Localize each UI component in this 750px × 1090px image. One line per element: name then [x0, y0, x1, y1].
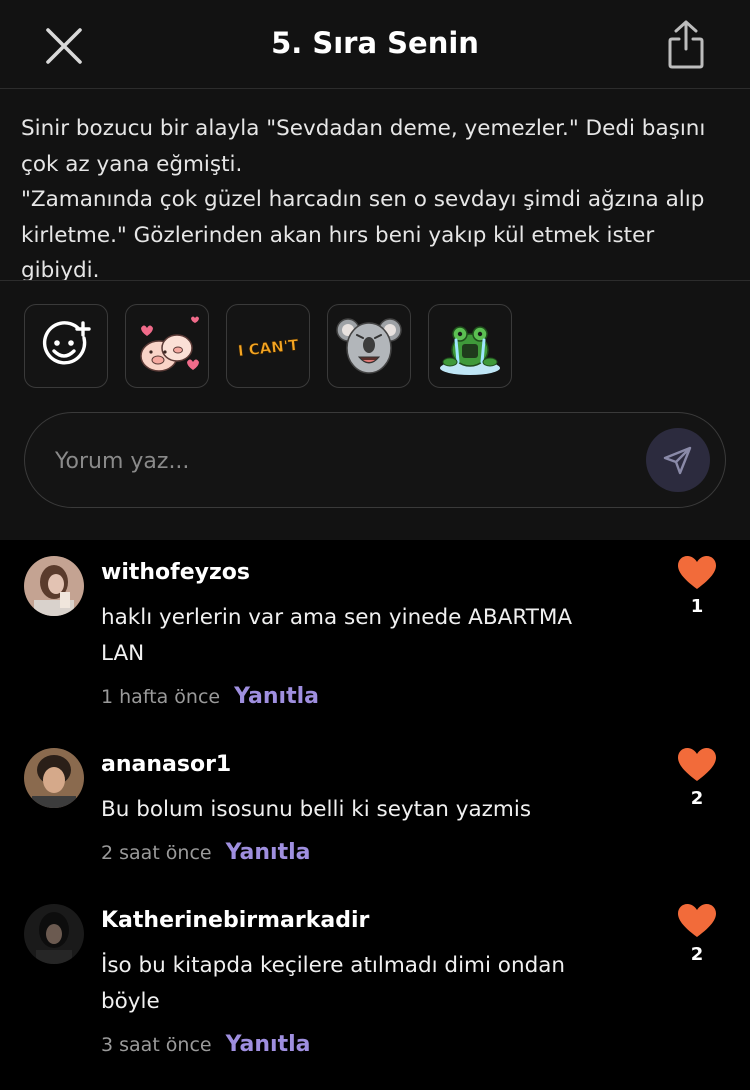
frog-sticker-button[interactable] [428, 304, 512, 388]
comment-box [24, 412, 726, 508]
comment-meta: 1 hafta önce Yanıtla [101, 684, 319, 709]
share-icon [668, 20, 704, 69]
comment-text: haklı yerlerin var ama sen yinede ABARTM… [101, 605, 573, 666]
comment-text: İso bu kitapda keçilere atılmadı dimi on… [101, 953, 566, 1014]
comment-item: Katherinebirmarkadir İso bu kitapda keçi… [0, 888, 750, 1088]
like-count: 2 [690, 944, 704, 965]
heart-icon [678, 748, 716, 781]
like-count: 1 [690, 596, 704, 617]
comment-time: 2 saat önce [101, 842, 212, 864]
comment-username[interactable]: withofeyzos [101, 560, 250, 585]
koala-sticker-button[interactable] [327, 304, 411, 388]
pig-sticker-button[interactable] [125, 304, 209, 388]
frog-sticker-icon [440, 326, 500, 375]
pig-sticker-icon [140, 316, 199, 372]
comment-username[interactable]: Katherinebirmarkadir [101, 908, 369, 933]
header: 5. Sıra Senin [0, 0, 750, 88]
comment-meta: 2 saat önce Yanıtla [101, 840, 310, 865]
avatar[interactable] [24, 748, 84, 808]
i-cant-sticker-button[interactable]: I CAN'T [226, 304, 310, 388]
comment-username[interactable]: ananasor1 [101, 752, 231, 777]
quoted-paragraph: Sinir bozucu bir alayla "Sevdadan deme, … [0, 88, 750, 281]
like-button[interactable]: 2 [672, 904, 722, 965]
like-count: 2 [690, 788, 704, 809]
add-emoji-icon [42, 321, 91, 365]
reply-button[interactable]: Yanıtla [234, 684, 319, 709]
like-button[interactable]: 1 [672, 556, 722, 617]
page-title: 5. Sıra Senin [271, 26, 479, 60]
comment-input[interactable] [55, 439, 615, 483]
heart-icon [678, 556, 716, 589]
comment-item: ananasor1 Bu bolum isosunu belli ki seyt… [0, 732, 750, 888]
avatar[interactable] [24, 904, 84, 964]
comment-meta: 3 saat önce Yanıtla [101, 1032, 310, 1057]
comment-text: Bu bolum isosunu belli ki seytan yazmis [101, 797, 532, 822]
like-button[interactable]: 2 [672, 748, 722, 809]
share-button[interactable] [664, 16, 708, 72]
reply-button[interactable]: Yanıtla [226, 1032, 311, 1057]
i-cant-sticker-icon: I CAN'T [237, 335, 301, 360]
heart-icon [678, 904, 716, 937]
reply-button[interactable]: Yanıtla [226, 840, 311, 865]
add-sticker-button[interactable] [24, 304, 108, 388]
top-panel: 5. Sıra Senin Sinir bozucu bir alayla "S… [0, 0, 750, 540]
comment-list: withofeyzos haklı yerlerin var ama sen y… [0, 540, 750, 1090]
comment-time: 1 hafta önce [101, 686, 221, 708]
comment-time: 3 saat önce [101, 1034, 212, 1056]
send-icon [663, 446, 692, 475]
comment-item: withofeyzos haklı yerlerin var ama sen y… [0, 540, 750, 732]
svg-text:I CAN'T: I CAN'T [237, 336, 300, 360]
sticker-bar: I CAN'T [24, 304, 512, 388]
avatar[interactable] [24, 556, 84, 616]
send-button[interactable] [646, 428, 710, 492]
quote-text: Sinir bozucu bir alayla "Sevdadan deme, … [21, 116, 706, 281]
koala-sticker-icon [336, 318, 402, 374]
